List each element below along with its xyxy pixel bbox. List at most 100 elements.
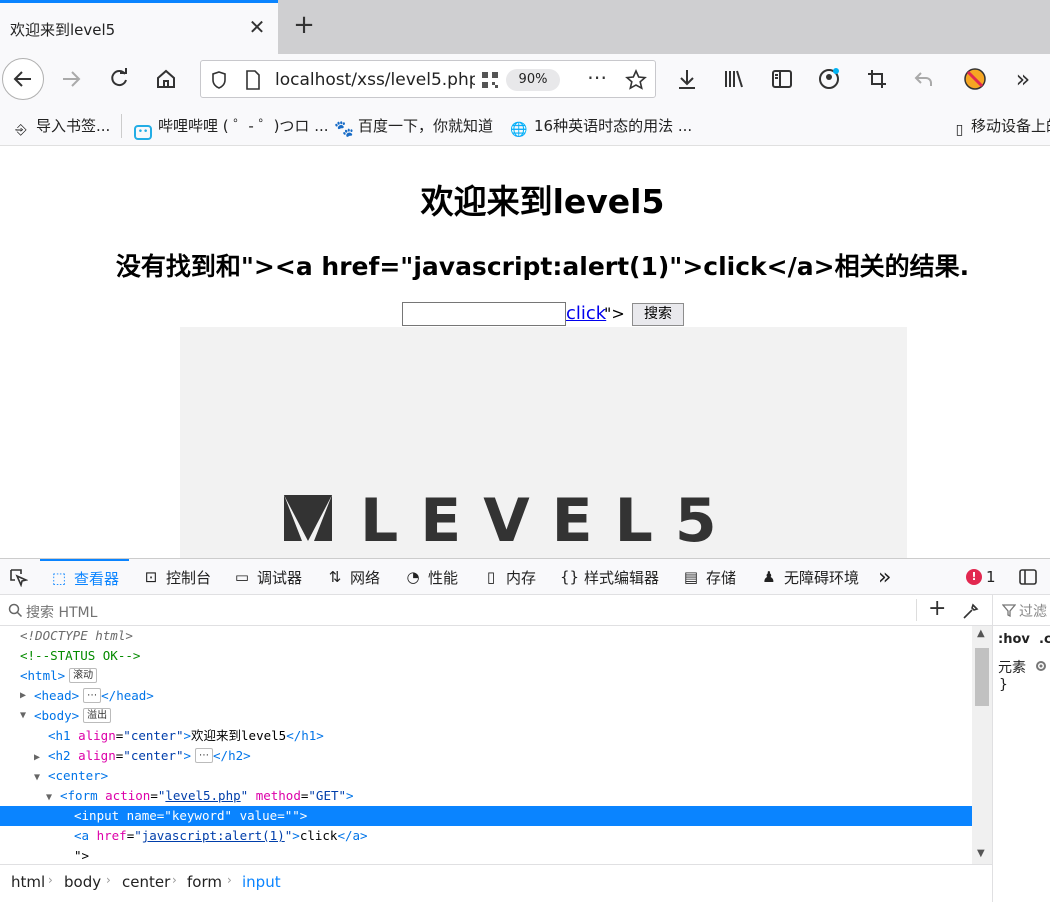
svg-text:LEVEL5: LEVEL5 xyxy=(360,486,739,556)
new-tab-button[interactable]: + xyxy=(290,10,318,40)
breadcrumb-form[interactable]: form xyxy=(187,873,222,891)
dock-button[interactable] xyxy=(1018,559,1038,595)
url-bar[interactable]: localhost/xss/level5.php 90% ⋯ xyxy=(200,60,656,98)
debugger-icon: ▭ xyxy=(234,568,250,586)
search-html-input[interactable]: 搜索 HTML xyxy=(26,602,97,622)
library-icon xyxy=(725,70,743,88)
scrollbar-thumb[interactable] xyxy=(975,648,989,706)
page-content: 欢迎来到level5 没有找到和"><a href="javascript:al… xyxy=(0,147,1050,558)
shield-icon[interactable] xyxy=(211,71,227,89)
markup-anchor[interactable]: <a href="javascript:alert(1)">click</a> xyxy=(0,826,368,846)
star-icon[interactable] xyxy=(625,69,647,91)
overflow-menu-button[interactable]: » xyxy=(1006,62,1040,96)
navigation-bar: localhost/xss/level5.php 90% ⋯ » xyxy=(0,54,1050,104)
sidebar-button[interactable] xyxy=(765,62,799,96)
chevron-right-icon: › xyxy=(227,873,232,887)
bookmark-mobile[interactable]: ▯移动设备上的 xyxy=(954,115,1050,139)
breadcrumb-input[interactable]: input xyxy=(242,873,281,891)
filter-styles-input[interactable]: 过滤 xyxy=(1019,601,1047,621)
tab-accessibility[interactable]: ♟ 无障碍环境 xyxy=(760,559,859,595)
overflow-badge: 溢出 xyxy=(83,708,112,723)
tab-inspector[interactable]: ⬚ 查看器 xyxy=(40,559,130,595)
add-node-icon[interactable]: + xyxy=(928,596,946,621)
tab-memory[interactable]: ▯ 内存 xyxy=(482,559,536,595)
search-icon xyxy=(8,603,23,618)
sidebar-icon xyxy=(772,70,792,88)
tab-console[interactable]: ⊡ 控制台 xyxy=(142,559,211,595)
arrow-left-icon xyxy=(13,71,31,87)
markup-form[interactable]: ▼ <form action="level5.php" method="GET"> xyxy=(0,786,354,806)
tab-performance[interactable]: ◔ 性能 xyxy=(404,559,458,595)
bilibili-icon: •• xyxy=(134,125,152,140)
page-actions-icon[interactable]: ⋯ xyxy=(587,65,607,89)
bookmark-english-tenses[interactable]: 🌐 16种英语时态的用法 ... xyxy=(510,115,692,139)
chevron-right-icon: › xyxy=(172,873,177,887)
breadcrumb-center[interactable]: center xyxy=(122,873,170,891)
browser-tab[interactable]: 欢迎来到level5 ✕ xyxy=(0,0,278,54)
markup-head[interactable]: ▶ <head> ⋯ </head> xyxy=(0,686,154,706)
close-icon[interactable]: ✕ xyxy=(246,15,268,39)
account-icon xyxy=(819,68,839,89)
markup-doctype[interactable]: <!DOCTYPE html> xyxy=(0,626,133,646)
home-button[interactable] xyxy=(149,62,183,96)
divider xyxy=(916,599,917,621)
markup-text-node[interactable]: "> xyxy=(0,846,89,864)
markup-input-selected[interactable]: <input name="keyword" value=""> xyxy=(0,806,972,826)
console-icon: ⊡ xyxy=(144,568,158,586)
devtools-panel: ⬚ 查看器 ⊡ 控制台 ▭ 调试器 ⇅ 网络 ◔ 性能 ▯ 内存 {} 样式编辑器 ▤ 存储 ♟… xyxy=(0,558,1050,902)
page-icon[interactable] xyxy=(245,70,261,90)
hov-toggle[interactable]: :hov xyxy=(998,632,1030,647)
markup-h2[interactable]: ▶ <h2 align="center"> ⋯ </h2> xyxy=(0,746,251,766)
breadcrumb-html[interactable]: html xyxy=(11,873,45,891)
markup-html[interactable]: <html> 滚动 xyxy=(0,666,98,686)
tab-network[interactable]: ⇅ 网络 xyxy=(326,559,380,595)
markup-h1[interactable]: <h1 align="center">欢迎来到level5</h1> xyxy=(0,726,324,746)
divider xyxy=(121,114,122,138)
extension-button[interactable] xyxy=(958,62,992,96)
scroll-down-icon[interactable]: ▼ xyxy=(977,848,985,859)
tab-storage[interactable]: ▤ 存储 xyxy=(682,559,736,595)
tab-style-editor[interactable]: {} 样式编辑器 xyxy=(560,559,659,595)
bookmark-import[interactable]: ⎆ 导入书签... xyxy=(12,115,110,139)
scroll-up-icon[interactable]: ▲ xyxy=(977,628,985,639)
crop-icon xyxy=(868,70,886,88)
element-picker-button[interactable] xyxy=(8,559,28,595)
accessibility-icon: ♟ xyxy=(762,568,776,586)
markup-center[interactable]: ▼ <center> xyxy=(0,766,108,786)
forward-button[interactable] xyxy=(54,62,88,96)
qr-code-icon[interactable] xyxy=(481,71,499,89)
downloads-button[interactable] xyxy=(670,62,704,96)
url-text[interactable]: localhost/xss/level5.php xyxy=(275,70,475,90)
search-button[interactable]: 搜索 xyxy=(632,303,684,326)
account-button[interactable] xyxy=(812,62,846,96)
zoom-level[interactable]: 90% xyxy=(506,69,560,91)
tab-debugger[interactable]: ▭ 调试器 xyxy=(233,559,302,595)
arrow-right-icon xyxy=(63,71,81,87)
chevron-right-icon: › xyxy=(106,873,111,887)
markup-body[interactable]: ▼ <body> 溢出 xyxy=(0,706,112,726)
markup-scrollbar[interactable]: ▲ ▼ xyxy=(972,626,992,864)
page-title: 欢迎来到level5 xyxy=(420,182,665,221)
bookmark-bilibili[interactable]: •• 哔哩哔哩 ( ゜- ゜)つロ ... xyxy=(134,115,329,140)
error-count[interactable]: ! 1 xyxy=(966,559,996,595)
injected-click-link[interactable]: click xyxy=(566,303,606,324)
undo-button[interactable] xyxy=(907,62,941,96)
eyedropper-icon[interactable] xyxy=(962,602,980,620)
markup-comment[interactable]: <!--STATUS OK--> xyxy=(0,646,140,666)
cls-toggle[interactable]: .c xyxy=(1039,632,1050,647)
import-icon: ⎆ xyxy=(15,122,27,138)
back-button[interactable] xyxy=(2,58,44,100)
reload-button[interactable] xyxy=(102,62,136,96)
breadcrumb-body[interactable]: body xyxy=(64,873,101,891)
keyword-input[interactable] xyxy=(402,302,566,326)
more-tools-button[interactable]: » xyxy=(878,559,891,595)
library-button[interactable] xyxy=(717,62,751,96)
double-chevron-right-icon: » xyxy=(1015,65,1031,93)
extension-icon xyxy=(964,68,986,90)
bookmark-baidu[interactable]: 🐾 百度一下，你就知道 xyxy=(334,115,493,138)
scroll-badge: 滚动 xyxy=(69,668,98,683)
screenshot-button[interactable] xyxy=(860,62,894,96)
gear-icon[interactable] xyxy=(1034,659,1048,673)
globe-icon: 🌐 xyxy=(510,122,528,138)
home-icon xyxy=(157,69,175,88)
